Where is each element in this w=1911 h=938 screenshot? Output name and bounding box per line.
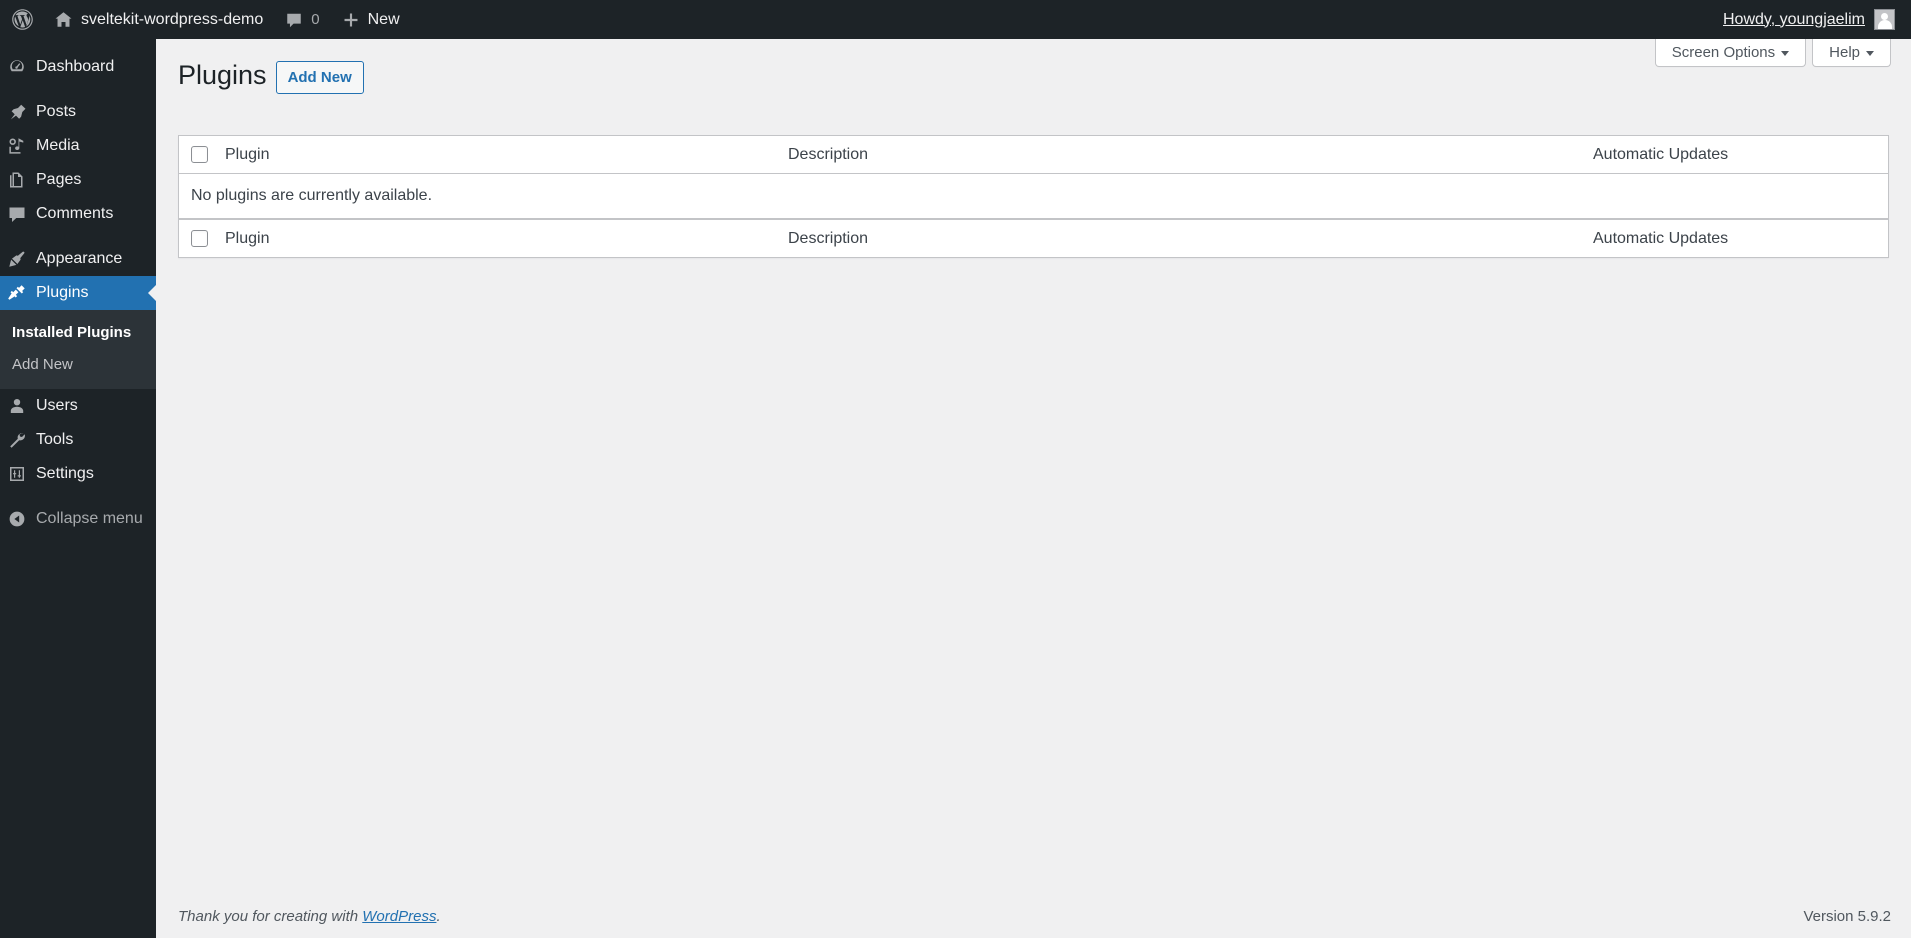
new-content-button[interactable]: New	[331, 0, 411, 39]
wordpress-link[interactable]: WordPress	[362, 908, 436, 925]
sidebar-item-comments[interactable]: Comments	[0, 197, 156, 231]
plugins-table-foot: Plugin Description Automatic Updates	[179, 219, 1888, 257]
screen-options-label: Screen Options	[1671, 44, 1776, 61]
paintbrush-icon	[0, 249, 34, 269]
admin-bar-right: Howdy, youngjaelim	[1712, 0, 1911, 39]
dashboard-gauge-icon	[0, 57, 34, 77]
pages-icon	[0, 170, 34, 190]
no-plugins-message: No plugins are currently available.	[179, 174, 1888, 220]
wordpress-logo-button[interactable]	[0, 0, 43, 39]
collapse-arrow-icon	[0, 510, 34, 528]
plugins-table: Plugin Description Automatic Updates No …	[178, 135, 1889, 259]
no-items-row: No plugins are currently available.	[179, 174, 1888, 220]
comment-bubble-icon	[0, 204, 34, 224]
column-footer-description[interactable]: Description	[778, 219, 1583, 257]
plus-icon	[342, 11, 360, 29]
sidebar-label-tools: Tools	[36, 431, 74, 448]
sidebar-label-pages: Pages	[36, 171, 82, 188]
sidebar-label-media: Media	[36, 137, 80, 154]
sidebar-label-dashboard: Dashboard	[36, 58, 115, 75]
menu-spacer-top	[0, 39, 156, 50]
chevron-down-icon	[1866, 51, 1874, 56]
menu-separator-2	[0, 231, 156, 242]
comments-count: 0	[311, 11, 320, 28]
plugins-submenu: Installed Plugins Add New	[0, 310, 156, 389]
menu-separator-1	[0, 84, 156, 95]
user-avatar-icon	[1874, 9, 1895, 30]
sidebar-item-appearance[interactable]: Appearance	[0, 242, 156, 276]
site-name-button[interactable]: sveltekit-wordpress-demo	[43, 0, 274, 39]
column-header-automatic-updates[interactable]: Automatic Updates	[1583, 136, 1888, 175]
wrench-icon	[0, 430, 34, 450]
column-footer-automatic-updates[interactable]: Automatic Updates	[1583, 219, 1888, 257]
chevron-down-icon	[1781, 51, 1790, 56]
screen-meta-links: Screen Options Help	[1654, 39, 1891, 67]
add-new-plugin-button[interactable]: Add New	[275, 61, 364, 95]
sidebar-label-settings: Settings	[36, 465, 94, 482]
page-body: Plugins Add New Plugin Description Autom…	[156, 39, 1911, 259]
comment-bubble-icon	[285, 11, 303, 29]
sidebar-item-pages[interactable]: Pages	[0, 163, 156, 197]
site-name-label: sveltekit-wordpress-demo	[81, 10, 264, 28]
collapse-menu-label: Collapse menu	[36, 510, 143, 527]
settings-sliders-icon	[0, 464, 34, 484]
howdy-label: Howdy, youngjaelim	[1723, 10, 1865, 28]
footer-thanks-prefix: Thank you for creating with	[178, 907, 363, 925]
screen-options-tab[interactable]: Screen Options	[1654, 39, 1807, 67]
select-all-header-cell	[179, 136, 213, 175]
column-footer-plugin[interactable]: Plugin	[213, 219, 778, 257]
sidebar-item-users[interactable]: Users	[0, 389, 156, 423]
content-area: Screen Options Help Plugins Add New Plug…	[156, 39, 1911, 938]
admin-footer: Thank you for creating with WordPress. V…	[156, 894, 1911, 938]
pin-icon	[0, 102, 34, 122]
account-menu-button[interactable]: Howdy, youngjaelim	[1712, 9, 1903, 30]
select-all-checkbox-footer[interactable]	[191, 230, 208, 248]
sidebar-label-users: Users	[36, 397, 78, 414]
sidebar-item-tools[interactable]: Tools	[0, 423, 156, 457]
comments-button[interactable]: 0	[274, 0, 330, 39]
table-footer-row: Plugin Description Automatic Updates	[179, 219, 1888, 257]
wordpress-logo-icon	[12, 9, 33, 30]
table-header-row: Plugin Description Automatic Updates	[179, 136, 1888, 175]
footer-thankyou: Thank you for creating with WordPress.	[178, 908, 441, 925]
plugins-table-head: Plugin Description Automatic Updates	[179, 136, 1888, 175]
sidebar-item-dashboard[interactable]: Dashboard	[0, 50, 156, 84]
home-icon	[54, 10, 73, 29]
sidebar-item-media[interactable]: Media	[0, 129, 156, 163]
sidebar-label-appearance: Appearance	[36, 250, 123, 267]
new-content-label: New	[367, 10, 400, 28]
help-tab[interactable]: Help	[1812, 39, 1891, 67]
user-icon	[0, 396, 34, 416]
sidebar-item-settings[interactable]: Settings	[0, 457, 156, 491]
column-header-plugin[interactable]: Plugin	[213, 136, 778, 175]
sidebar-label-comments: Comments	[36, 205, 114, 222]
select-all-checkbox[interactable]	[191, 146, 208, 164]
collapse-menu-button[interactable]: Collapse menu	[0, 502, 156, 536]
select-all-footer-cell	[179, 219, 213, 257]
column-header-description[interactable]: Description	[778, 136, 1583, 175]
sidebar-label-posts: Posts	[36, 103, 77, 120]
sidebar-item-plugins[interactable]: Plugins	[0, 276, 156, 310]
page-title: Plugins	[178, 60, 267, 90]
footer-version: Version 5.9.2	[1803, 907, 1891, 925]
submenu-item-installed-plugins[interactable]: Installed Plugins	[0, 317, 156, 349]
admin-bar: sveltekit-wordpress-demo 0 New Howdy, yo…	[0, 0, 1911, 39]
submenu-item-add-new[interactable]: Add New	[0, 349, 156, 381]
footer-thanks-suffix: .	[436, 907, 441, 925]
page-header: Plugins Add New	[178, 49, 1891, 95]
sidebar-label-plugins: Plugins	[36, 284, 89, 301]
sidebar-item-posts[interactable]: Posts	[0, 95, 156, 129]
help-label: Help	[1829, 44, 1860, 61]
media-camera-icon	[0, 136, 34, 156]
plug-icon	[0, 283, 34, 303]
plugins-table-body: No plugins are currently available.	[179, 174, 1888, 220]
admin-sidebar-menu: Dashboard Posts Media Pages Comments App…	[0, 39, 156, 938]
